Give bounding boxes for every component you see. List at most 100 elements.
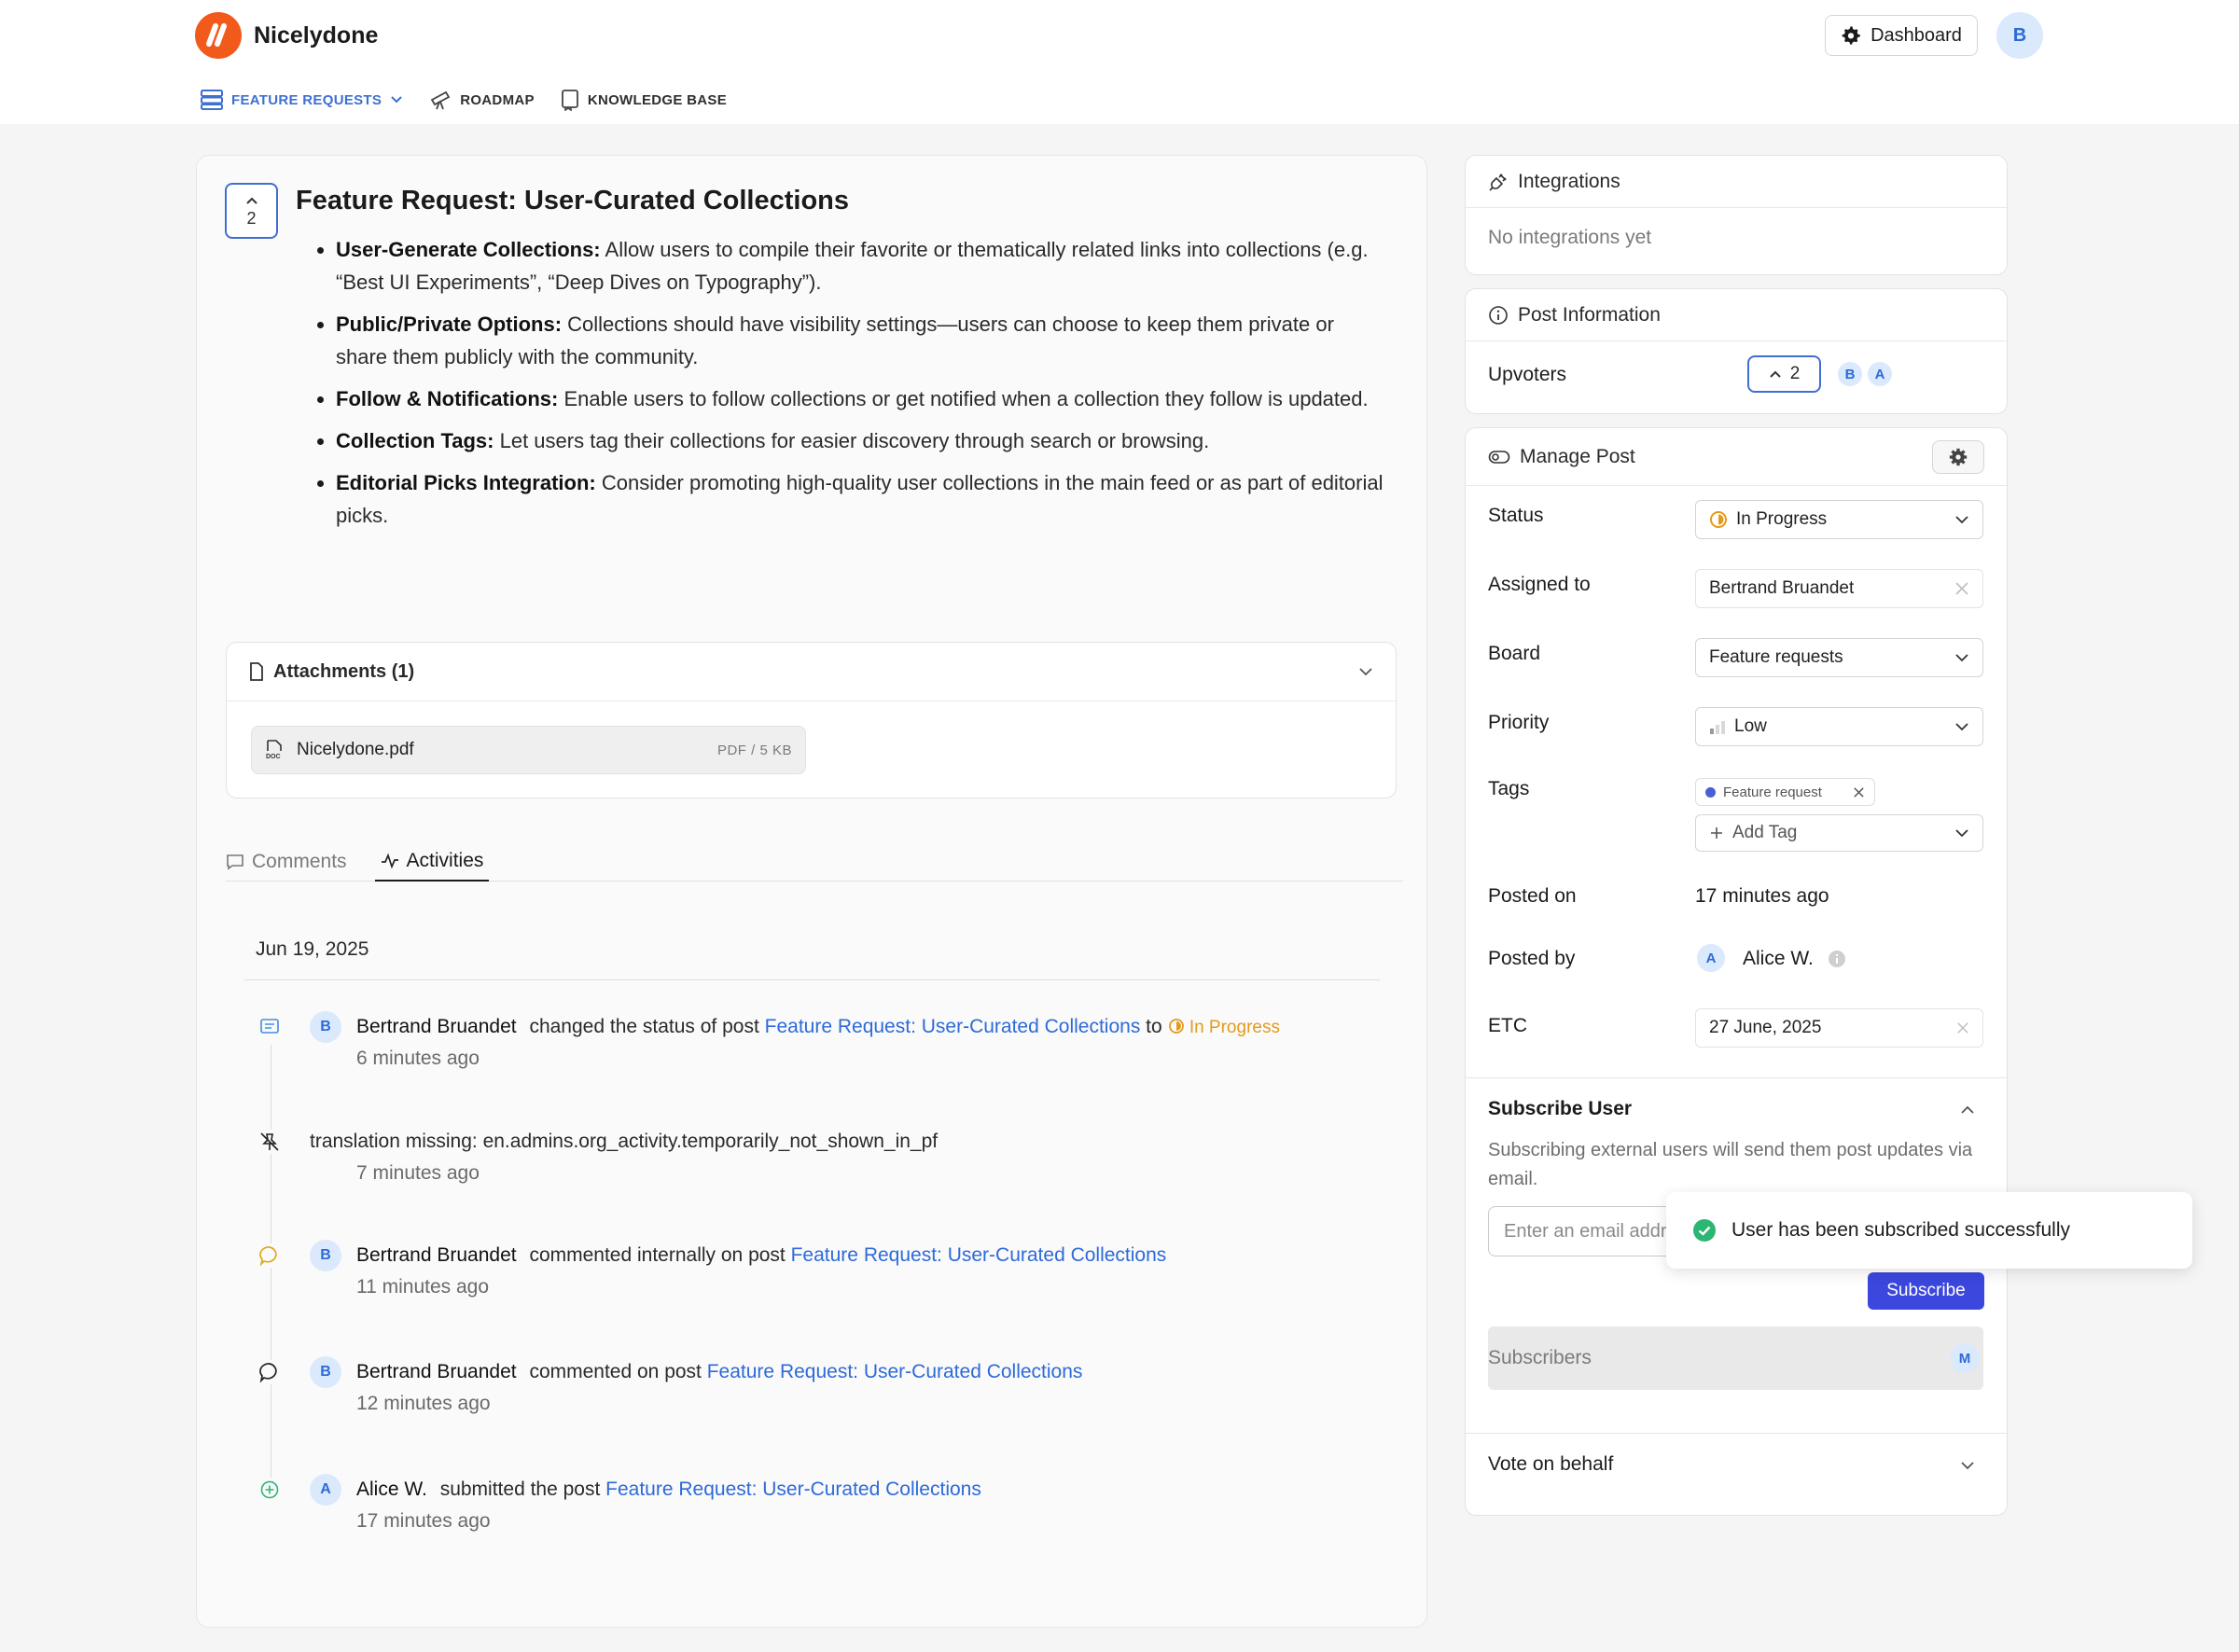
tag-name: Feature request xyxy=(1723,784,1822,800)
activity-action: commented internally on post xyxy=(529,1244,786,1266)
user-avatar[interactable]: B xyxy=(1996,12,2043,59)
priority-value: Low xyxy=(1734,716,1767,736)
tag-chip[interactable]: Feature request xyxy=(1695,778,1875,806)
upvote-count: 2 xyxy=(1789,364,1801,383)
assignee-value: Bertrand Bruandet xyxy=(1709,578,1855,598)
post-link[interactable]: Feature Request: User-Curated Collection… xyxy=(605,1478,981,1500)
description-bullet: User-Generate Collections: Allow users t… xyxy=(313,233,1386,298)
board-value: Feature requests xyxy=(1709,647,1843,667)
integrations-panel: Integrations No integrations yet xyxy=(1465,155,2008,275)
chevron-down-icon[interactable] xyxy=(1358,667,1373,676)
attachments-header[interactable]: Attachments (1) xyxy=(227,643,1396,701)
svg-text:DOC: DOC xyxy=(266,754,281,760)
nav-label: FEATURE REQUESTS xyxy=(231,91,382,108)
tab-comments[interactable]: Comments xyxy=(226,842,351,882)
close-icon[interactable] xyxy=(1956,1021,1969,1034)
internal-comment-icon xyxy=(257,1243,282,1268)
status-text: In Progress xyxy=(1189,1018,1280,1037)
bullet-heading: Follow & Notifications: xyxy=(336,387,559,410)
attachment-file[interactable]: DOC Nicelydone.pdf PDF / 5 KB xyxy=(251,726,806,774)
nav-roadmap[interactable]: ROADMAP xyxy=(429,89,535,111)
upvote-button[interactable]: 2 xyxy=(225,183,278,239)
subscribers-list[interactable]: Subscribers M xyxy=(1488,1326,1983,1390)
actor-name[interactable]: Bertrand Bruandet xyxy=(356,1361,517,1382)
upvoter-avatar[interactable]: B xyxy=(1836,360,1864,388)
tab-activities[interactable]: Activities xyxy=(374,842,490,882)
post-information-panel: Post Information Upvoters 2 B A xyxy=(1465,288,2008,414)
post-link[interactable]: Feature Request: User-Curated Collection… xyxy=(707,1361,1083,1382)
actor-name[interactable]: Bertrand Bruandet xyxy=(356,1244,517,1266)
integrations-header: Integrations xyxy=(1466,156,2007,208)
subscribe-button[interactable]: Subscribe xyxy=(1868,1272,1984,1310)
integrations-title: Integrations xyxy=(1518,170,1620,192)
board-label: Board xyxy=(1488,643,1541,664)
nav-feature-requests[interactable]: FEATURE REQUESTS xyxy=(201,90,403,110)
avatar: B xyxy=(310,1240,341,1271)
posted-by-label: Posted by xyxy=(1488,948,1576,969)
board-icon xyxy=(201,90,223,110)
nav-knowledge-base[interactable]: KNOWLEDGE BASE xyxy=(561,89,727,111)
info-icon[interactable] xyxy=(1828,950,1846,968)
actor-name[interactable]: Alice W. xyxy=(356,1478,427,1500)
manage-post-header: Manage Post xyxy=(1466,428,2007,486)
activity-action: commented on post xyxy=(529,1361,702,1382)
brand-logo-icon[interactable] xyxy=(195,12,242,59)
integrations-empty: No integrations yet xyxy=(1488,227,1652,248)
activity-action: submitted the post xyxy=(439,1478,601,1500)
priority-select[interactable]: Low xyxy=(1695,707,1983,746)
comment-icon xyxy=(226,854,244,870)
toggle-icon xyxy=(1488,450,1510,465)
activity-suffix: to xyxy=(1146,1016,1162,1037)
description-bullet: Public/Private Options: Collections shou… xyxy=(313,308,1386,373)
upvote-toggle-button[interactable]: 2 xyxy=(1747,355,1821,393)
upvoter-avatar[interactable]: A xyxy=(1866,360,1894,388)
etc-value: 27 June, 2025 xyxy=(1709,1018,1822,1037)
chevron-down-icon[interactable] xyxy=(1960,1461,1975,1470)
attachments-panel: Attachments (1) DOC Nicelydone.pdf PDF /… xyxy=(226,642,1397,798)
settings-button[interactable] xyxy=(1932,439,1984,474)
brand-name[interactable]: Nicelydone xyxy=(254,19,378,52)
activity-action: changed the status of post xyxy=(529,1016,759,1037)
attachments-title: Attachments (1) xyxy=(273,660,415,682)
chevron-up-icon[interactable] xyxy=(1960,1105,1975,1115)
status-change-icon xyxy=(257,1015,282,1039)
etc-date-input[interactable]: 27 June, 2025 xyxy=(1695,1008,1983,1048)
activity-action: translation missing: en.admins.org_activ… xyxy=(310,1131,939,1152)
subscribe-user-title[interactable]: Subscribe User xyxy=(1488,1098,1632,1120)
activity-icon xyxy=(381,853,399,869)
chevron-down-icon xyxy=(1954,828,1969,838)
activity-text: Bertrand Bruandet changed the status of … xyxy=(356,1011,1280,1044)
bullet-heading: Collection Tags: xyxy=(336,429,494,452)
bullet-heading: Public/Private Options: xyxy=(336,312,563,336)
assignee-select[interactable]: Bertrand Bruandet xyxy=(1695,569,1983,608)
subscribers-label: Subscribers xyxy=(1488,1347,1592,1368)
post-link[interactable]: Feature Request: User-Curated Collection… xyxy=(765,1016,1141,1037)
plus-circle-icon xyxy=(257,1478,282,1502)
in-progress-icon xyxy=(1709,510,1728,529)
add-tag-select[interactable]: Add Tag xyxy=(1695,814,1983,852)
file-name: Nicelydone.pdf xyxy=(297,740,414,759)
tab-label: Activities xyxy=(406,850,484,871)
subscribe-description: Subscribing external users will send the… xyxy=(1488,1140,1973,1189)
info-icon xyxy=(1488,305,1509,326)
actor-name[interactable]: Bertrand Bruandet xyxy=(356,1016,517,1037)
board-select[interactable]: Feature requests xyxy=(1695,638,1983,677)
add-tag-label: Add Tag xyxy=(1732,823,1798,842)
pin-off-icon xyxy=(257,1130,282,1154)
subscriber-avatar[interactable]: M xyxy=(1948,1341,1982,1375)
vote-on-behalf-title[interactable]: Vote on behalf xyxy=(1488,1453,1613,1476)
avatar: A xyxy=(310,1474,341,1506)
post-information-header: Post Information xyxy=(1466,289,2007,341)
status-select[interactable]: In Progress xyxy=(1695,500,1983,539)
post-link[interactable]: Feature Request: User-Curated Collection… xyxy=(791,1244,1167,1266)
remove-tag-icon[interactable] xyxy=(1853,786,1865,798)
activity-date: Jun 19, 2025 xyxy=(256,938,369,960)
posted-by-value[interactable]: Alice W. xyxy=(1743,948,1814,970)
activity-text: Bertrand Bruandet commented on post Feat… xyxy=(356,1356,1082,1388)
chevron-up-icon xyxy=(245,196,258,205)
plus-icon xyxy=(1709,826,1724,840)
activity-time: 6 minutes ago xyxy=(356,1048,480,1069)
dashboard-button[interactable]: Dashboard xyxy=(1825,15,1978,56)
gear-icon xyxy=(1841,25,1861,46)
close-icon[interactable] xyxy=(1954,581,1969,596)
